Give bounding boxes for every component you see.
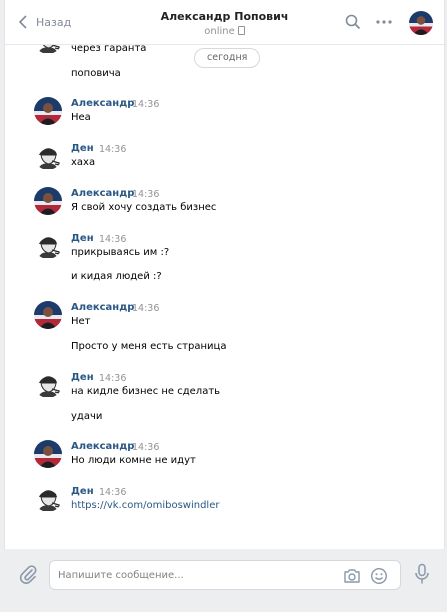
sender-avatar-den[interactable] — [34, 142, 62, 170]
message-time: 14:36 — [99, 487, 127, 498]
message-time: 14:36 — [99, 234, 127, 245]
chat-header: Назад Александр Попович online — [5, 0, 444, 45]
mobile-icon — [237, 26, 245, 35]
sender-avatar-den[interactable] — [34, 231, 62, 259]
sender-name[interactable]: Ден — [71, 486, 94, 497]
message-text: Но люди комне не идут — [71, 455, 196, 466]
sender-avatar-alexander[interactable] — [34, 440, 62, 468]
sender-avatar-alexander[interactable] — [34, 301, 62, 329]
search-icon[interactable] — [345, 14, 361, 30]
sender-avatar-den[interactable] — [34, 484, 62, 512]
message-time: 14:36 — [132, 303, 160, 314]
sender-name[interactable]: Ден — [71, 372, 94, 383]
message-time: 14:36 — [132, 99, 160, 110]
message-text: Просто у меня есть страница — [71, 341, 227, 352]
message-text: удачи — [71, 411, 103, 422]
message-time: 14:36 — [99, 373, 127, 384]
sender-name[interactable]: Александр — [71, 98, 134, 109]
more-dots-icon[interactable] — [375, 15, 393, 29]
sender-avatar-alexander[interactable] — [34, 97, 62, 125]
message-time: 14:36 — [132, 189, 160, 200]
message-text: Нет — [71, 316, 91, 327]
message-text: на кидле бизнес не сделать — [71, 386, 221, 397]
contact-avatar[interactable] — [409, 11, 433, 35]
sender-avatar-den[interactable] — [34, 370, 62, 398]
message-text: Я свой хочу создать бизнес — [71, 202, 217, 213]
camera-icon[interactable] — [343, 568, 361, 584]
status-text: online — [204, 26, 235, 37]
message-text: хаха — [71, 157, 96, 168]
sender-name[interactable]: Александр — [71, 441, 134, 452]
sender-name[interactable]: Ден — [71, 143, 94, 154]
message-text: поповича — [71, 68, 121, 79]
message-input[interactable] — [58, 567, 328, 583]
microphone-icon[interactable] — [414, 563, 430, 585]
message-text: и кидая людей :? — [71, 271, 162, 282]
message-link[interactable]: https://vk.com/omiboswindler — [71, 500, 219, 511]
message-text: Неа — [71, 112, 91, 123]
paperclip-icon[interactable] — [18, 564, 38, 584]
smile-icon[interactable] — [370, 567, 388, 585]
sender-name[interactable]: Александр — [71, 188, 134, 199]
message-time: 14:36 — [99, 144, 127, 155]
sender-name[interactable]: Ден — [71, 233, 94, 244]
date-separator: сегодня — [194, 48, 261, 68]
chat-panel: Назад Александр Попович online сегодня ч… — [4, 0, 445, 549]
sender-name[interactable]: Александр — [71, 302, 134, 313]
message-time: 14:36 — [132, 442, 160, 453]
sender-avatar-alexander[interactable] — [34, 187, 62, 215]
message-text: прикрываясь им :? — [71, 247, 170, 258]
message-input-box[interactable] — [49, 560, 401, 590]
